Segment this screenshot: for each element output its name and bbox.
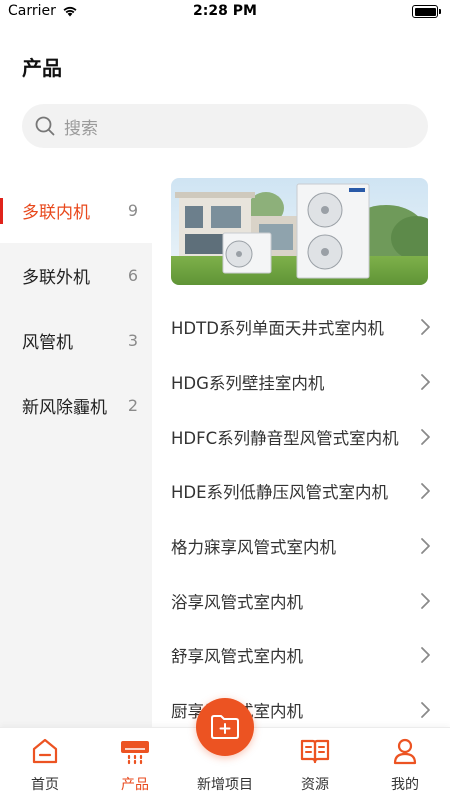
air-conditioner-icon <box>119 736 151 766</box>
product-name: 格力寐享风管式室内机 <box>171 538 336 558</box>
user-icon <box>389 736 421 766</box>
category-label: 多联内机 <box>22 203 90 223</box>
chevron-right-icon <box>421 702 430 719</box>
active-indicator <box>0 198 3 224</box>
product-name: 浴享风管式室内机 <box>171 592 303 612</box>
category-item[interactable]: 新风除霾机 2 <box>0 373 152 438</box>
list-item[interactable]: HDE系列低静压风管式室内机 <box>171 464 431 519</box>
status-time: 2:28 PM <box>193 3 257 19</box>
tab-resources[interactable]: 资源 <box>270 728 360 800</box>
category-label: 多联外机 <box>22 268 90 288</box>
list-item[interactable]: 格力寐享风管式室内机 <box>171 519 431 574</box>
search-input[interactable]: 搜索 <box>22 104 428 148</box>
product-name: HDTD系列单面天井式室内机 <box>171 319 384 339</box>
search-placeholder: 搜索 <box>64 118 98 139</box>
chevron-right-icon <box>421 428 430 445</box>
list-item[interactable]: 舒享风管式室内机 <box>171 628 431 683</box>
category-item[interactable]: 多联外机 6 <box>0 243 152 308</box>
chevron-right-icon <box>421 647 430 664</box>
product-name: HDG系列壁挂室内机 <box>171 374 325 394</box>
list-item[interactable]: HDFC系列静音型风管式室内机 <box>171 409 431 464</box>
chevron-right-icon <box>421 319 430 336</box>
product-list: HDTD系列单面天井式室内机 HDG系列壁挂室内机 HDFC系列静音型风管式室内… <box>171 300 431 738</box>
product-name: HDFC系列静音型风管式室内机 <box>171 428 399 448</box>
status-bar: Carrier 2:28 PM <box>0 0 450 24</box>
tab-profile[interactable]: 我的 <box>360 728 450 800</box>
category-label: 新风除霾机 <box>22 398 107 418</box>
tab-home[interactable]: 首页 <box>0 728 90 800</box>
list-item[interactable]: HDTD系列单面天井式室内机 <box>171 300 431 355</box>
book-icon <box>299 736 331 766</box>
add-folder-icon <box>211 715 239 739</box>
tab-label: 资源 <box>301 777 329 793</box>
category-item[interactable]: 多联内机 9 <box>0 178 152 243</box>
product-name: HDE系列低静压风管式室内机 <box>171 483 389 503</box>
add-project-button[interactable] <box>196 698 254 756</box>
category-sidebar: 多联内机 9 多联外机 6 风管机 3 新风除霾机 2 <box>0 178 152 728</box>
chevron-right-icon <box>421 538 430 554</box>
page-title: 产品 <box>22 56 62 80</box>
category-count: 2 <box>127 396 138 415</box>
list-item[interactable]: HDG系列壁挂室内机 <box>171 355 431 410</box>
tab-label: 产品 <box>121 777 149 793</box>
list-item[interactable]: 浴享风管式室内机 <box>171 573 431 628</box>
tab-label: 我的 <box>391 777 419 793</box>
search-icon <box>34 115 56 137</box>
battery-icon <box>412 5 441 18</box>
banner-image <box>171 178 428 285</box>
category-count: 3 <box>127 331 138 350</box>
category-count: 6 <box>127 266 138 285</box>
category-label: 风管机 <box>22 333 73 353</box>
chevron-right-icon <box>421 592 430 609</box>
chevron-right-icon <box>421 374 430 390</box>
home-icon <box>29 736 61 766</box>
category-count: 9 <box>127 201 138 220</box>
tab-label: 首页 <box>31 777 59 793</box>
tab-products[interactable]: 产品 <box>90 728 180 800</box>
category-item[interactable]: 风管机 3 <box>0 308 152 373</box>
chevron-right-icon <box>421 483 430 500</box>
tab-label: 新增项目 <box>197 777 253 793</box>
product-banner[interactable] <box>171 178 428 285</box>
product-name: 舒享风管式室内机 <box>171 647 303 667</box>
